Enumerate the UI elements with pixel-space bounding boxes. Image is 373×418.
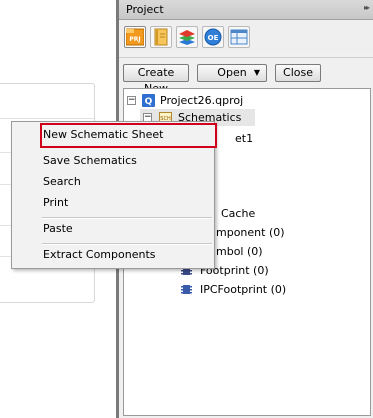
tree-item-label: et1	[235, 132, 254, 145]
collapse-panel-icon[interactable]: ▸▸	[364, 3, 370, 12]
project-toolbar: PRJ OE	[119, 21, 373, 53]
menu-item-print[interactable]: Print	[43, 194, 68, 212]
output-icon: OE	[204, 28, 222, 46]
tree-item-label: Project26.qproj	[160, 94, 244, 107]
panel-title-bar: Project ▸▸	[119, 0, 373, 20]
menu-item-extract-components[interactable]: Extract Components	[43, 246, 156, 264]
tree-item-ipc-footprint[interactable]: IPCFootprint (0)	[124, 281, 370, 298]
tree-item-label: Cache	[221, 207, 256, 220]
project-icon: PRJ	[126, 28, 144, 46]
chevron-down-icon: ▼	[253, 68, 260, 77]
menu-item-save-schematics[interactable]: Save Schematics	[43, 152, 137, 170]
project-file-icon: Q	[142, 94, 155, 107]
tree-item-label: IPCFootprint (0)	[200, 283, 287, 296]
menu-separator	[42, 217, 212, 219]
collapse-icon[interactable]: −	[127, 96, 136, 105]
divider	[0, 118, 94, 119]
context-menu: New Schematic Sheet Save Schematics Sear…	[11, 121, 217, 269]
library-button[interactable]	[150, 26, 172, 48]
ipc-footprint-icon	[181, 285, 192, 294]
panel-title: Project	[126, 3, 164, 16]
open-dropdown-button[interactable]: Open ▼	[197, 64, 267, 82]
layers-button[interactable]	[176, 26, 198, 48]
menu-item-search[interactable]: Search	[43, 173, 81, 191]
menu-item-new-schematic-sheet[interactable]: New Schematic Sheet	[43, 126, 163, 144]
toolbar-divider	[119, 57, 373, 58]
close-button[interactable]: Close	[275, 64, 321, 82]
svg-text:OE: OE	[208, 34, 219, 42]
svg-text:PRJ: PRJ	[129, 36, 140, 43]
create-new-button[interactable]: Create New	[123, 64, 189, 95]
book-icon	[154, 28, 168, 46]
project-view-button[interactable]: PRJ	[124, 26, 146, 48]
output-button[interactable]: OE	[202, 26, 224, 48]
menu-separator	[42, 243, 212, 245]
menu-item-paste[interactable]: Paste	[43, 220, 73, 238]
tree-item-label: mbol (0)	[216, 245, 263, 258]
open-button-label: Open	[217, 66, 247, 79]
table-button[interactable]	[228, 26, 250, 48]
table-icon	[230, 29, 248, 45]
layers-icon	[179, 30, 195, 45]
tree-item-project[interactable]: − Q Project26.qproj	[124, 92, 370, 109]
tree-item-label: mponent (0)	[216, 226, 285, 239]
svg-text:Q: Q	[145, 97, 153, 107]
